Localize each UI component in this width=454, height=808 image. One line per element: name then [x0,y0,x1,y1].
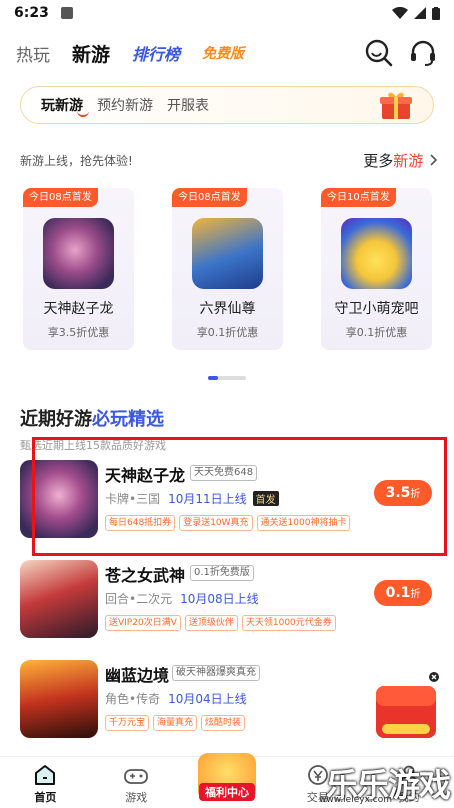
tab-games-label: 游戏 [125,791,148,804]
game-genre: 回合•二次元 [105,592,173,606]
gift-box-icon [380,92,412,119]
wifi-icon [392,7,408,19]
app-root: 6:23 热玩 新游 排行榜 免费版 玩新游 预约新游 开服表 新游上线，抢先体… [0,0,454,808]
chevron-right-icon [430,154,438,166]
subtab-reserve[interactable]: 预约新游 [97,95,153,115]
game-icon [20,660,98,738]
new-game-card[interactable]: 今日08点首发 天神赵子龙 享3.5折优惠 [23,188,134,350]
carousel-indicator [208,376,246,380]
tab-games[interactable]: 游戏 [91,757,182,808]
recent-title-prefix: 近期好游 [20,409,92,430]
game-discount-desc: 享3.5折优惠 [47,326,110,339]
tab-new[interactable]: 新游 [72,40,110,67]
game-release-date: 10月08日上线 [180,592,259,606]
game-name: 天神赵子龙 [43,301,114,317]
launch-tag: 今日10点首发 [321,188,396,207]
battery-icon [432,6,440,20]
benefit-chip: 炫酷时装 [201,715,246,731]
tab-free[interactable]: 免费版 [202,43,244,63]
subtab-play-new[interactable]: 玩新游 [41,95,89,117]
more-highlight: 新游 [393,152,424,170]
game-icon [43,218,114,289]
recent-title-highlight: 必玩精选 [92,409,164,430]
discount-value: 0.1 [385,585,411,601]
game-genre: 角色•传奇 [105,692,161,706]
more-new-games-link[interactable]: 更多新游 [363,150,438,171]
benefit-chip: 送顶级伙伴 [184,615,238,631]
discount-unit: 折 [410,589,421,600]
tab-welfare-label: 福利中心 [198,783,255,801]
notification-icon [60,7,73,19]
game-discount-desc: 享0.1折优惠 [196,326,259,339]
home-icon [35,765,56,785]
new-game-card[interactable]: 今日08点首发 六界仙尊 享0.1折优惠 [172,188,283,350]
discount-button[interactable]: 0.1折 [374,580,432,606]
section-subtitle: 新游上线，抢先体验! [20,154,133,168]
benefit-chips: 千万元宝 海量真充 炫酷时装 [105,715,246,731]
game-icon [192,218,263,289]
game-name: 苍之女武神 [105,566,186,585]
game-icon [20,560,98,638]
game-badge: 0.1折免费版 [190,565,254,581]
launch-tag: 今日08点首发 [23,188,98,207]
game-discount-desc: 享0.1折优惠 [345,326,408,339]
red-packet-promo-icon[interactable] [372,672,442,742]
recent-title: 近期好游必玩精选 [20,405,166,431]
launch-tag: 今日08点首发 [172,188,247,207]
game-meta: 角色•传奇 10月04日上线 [105,690,247,707]
top-nav: 热玩 新游 排行榜 免费版 [16,38,438,68]
tab-home[interactable]: 首页 [0,757,91,808]
game-badge: 破天神器爆爽真充 [172,665,260,681]
tab-welfare-center[interactable]: 福利中心 [182,753,273,808]
benefit-chip: 千万元宝 [105,715,150,731]
watermark-url: www.leleyx.com [319,795,392,805]
benefit-chip: 海量真充 [153,715,198,731]
game-name: 守卫小萌宠吧 [334,301,419,317]
status-bar: 6:23 [0,0,454,26]
signal-icon [414,7,426,19]
search-icon[interactable] [364,38,394,68]
sub-tab-bar: 玩新游 预约新游 开服表 [20,86,434,124]
game-icon [341,218,412,289]
benefit-chips: 送VIP20次日满V 送顶级伙伴 天天领1000元代金券 [105,615,336,631]
benefit-chip: 送VIP20次日满V [105,615,181,631]
game-release-date: 10月04日上线 [168,692,247,706]
game-name: 幽蓝边境 [105,666,170,685]
highlight-box [32,437,447,556]
benefit-chip: 天天领1000元代金券 [241,615,336,631]
gamepad-icon [124,769,149,784]
tab-home-label: 首页 [34,791,57,804]
more-prefix: 更多 [363,152,394,170]
game-list-item[interactable]: 苍之女武神 0.1折免费版 回合•二次元 10月08日上线 送VIP20次日满V … [0,560,454,658]
new-games-header: 新游上线，抢先体验! 更多新游 [20,150,438,171]
new-game-carousel: 今日08点首发 天神赵子龙 享3.5折优惠 今日08点首发 六界仙尊 享0.1折… [23,188,432,350]
tab-ranking[interactable]: 排行榜 [132,41,180,65]
subtab-server-list[interactable]: 开服表 [167,95,209,115]
new-game-card[interactable]: 今日10点首发 守卫小萌宠吧 享0.1折优惠 [321,188,432,350]
tab-hot[interactable]: 热玩 [16,41,50,66]
game-meta: 回合•二次元 10月08日上线 [105,590,259,607]
headset-icon[interactable] [408,38,438,68]
status-time: 6:23 [14,5,49,21]
game-name: 六界仙尊 [199,301,256,317]
